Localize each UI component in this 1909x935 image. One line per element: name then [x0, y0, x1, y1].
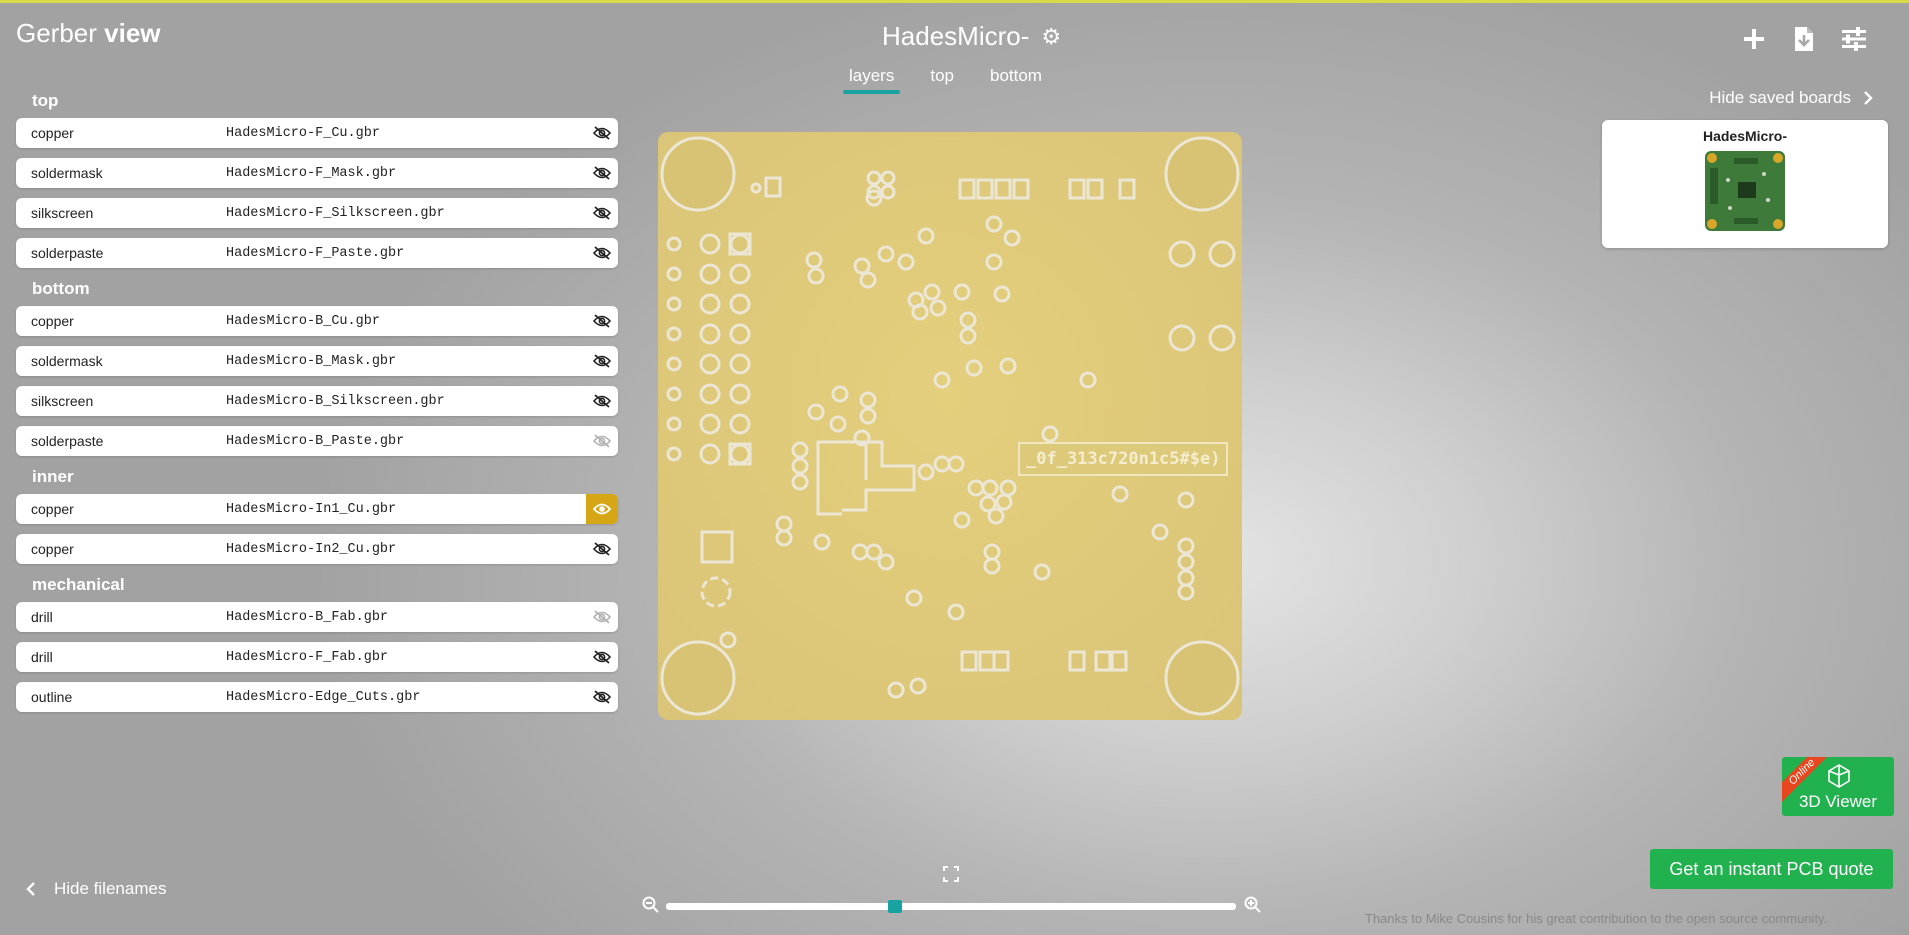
layer-type-label: silkscreen — [31, 393, 94, 409]
eye-off-icon[interactable] — [586, 158, 618, 188]
layer-type-label: solderpaste — [31, 433, 104, 449]
layer-row[interactable]: copper HadesMicro-In1_Cu.gbr — [16, 494, 618, 524]
gear-icon[interactable]: ⚙ — [1041, 24, 1061, 50]
top-accent-line — [0, 0, 1909, 3]
eye-off-icon[interactable] — [586, 198, 618, 228]
layer-row[interactable]: copper HadesMicro-F_Cu.gbr — [16, 118, 618, 148]
zoom-slider-thumb[interactable] — [888, 900, 903, 913]
layer-row[interactable]: soldermask HadesMicro-F_Mask.gbr — [16, 158, 618, 188]
layer-type-label: outline — [31, 689, 73, 705]
layer-type-label: copper — [31, 125, 74, 141]
layer-filename: HadesMicro-B_Fab.gbr — [226, 609, 389, 625]
layer-row[interactable]: copper HadesMicro-B_Cu.gbr — [16, 306, 618, 336]
layer-filename: HadesMicro-F_Silkscreen.gbr — [226, 205, 445, 221]
layer-filename: HadesMicro-In1_Cu.gbr — [226, 501, 397, 517]
layer-group-title: inner — [32, 467, 74, 486]
chevron-left-icon — [26, 882, 35, 896]
view-tabs: layers top bottom — [842, 66, 1042, 94]
toolbar — [1739, 24, 1869, 54]
layer-type-label: soldermask — [31, 353, 103, 369]
saved-board-name: HadesMicro- — [1702, 128, 1788, 144]
saved-board-card[interactable]: HadesMicro- — [1602, 120, 1888, 248]
project-title-bar: HadesMicro- ⚙ — [882, 21, 1061, 52]
3d-viewer-label: 3D Viewer — [1798, 792, 1878, 811]
layer-filename: HadesMicro-B_Paste.gbr — [226, 433, 405, 449]
pcb-quote-button[interactable]: Get an instant PCB quote — [1650, 849, 1893, 889]
eye-icon[interactable] — [586, 494, 618, 524]
layer-filename: HadesMicro-F_Cu.gbr — [226, 125, 380, 141]
layer-group-title: bottom — [32, 279, 90, 298]
project-title: HadesMicro- — [882, 21, 1030, 51]
layer-filename: HadesMicro-B_Cu.gbr — [226, 313, 380, 329]
hide-saved-boards-label: Hide saved boards — [1709, 88, 1851, 107]
download-file-icon[interactable] — [1789, 24, 1819, 54]
layer-row[interactable]: silkscreen HadesMicro-B_Silkscreen.gbr — [16, 386, 618, 416]
app-brand: Gerber view — [16, 18, 161, 49]
layer-filename: HadesMicro-Edge_Cuts.gbr — [226, 689, 421, 705]
fullscreen-icon[interactable] — [943, 866, 959, 882]
zoom-in-icon[interactable] — [1244, 896, 1261, 913]
layer-row[interactable]: soldermask HadesMicro-B_Mask.gbr — [16, 346, 618, 376]
layer-type-label: drill — [31, 609, 53, 625]
hide-filenames-label: Hide filenames — [54, 879, 167, 898]
eye-off-icon[interactable] — [586, 306, 618, 336]
board-label-text: _0f_313c720n1c5#$e) — [1018, 442, 1229, 476]
hide-saved-boards-button[interactable]: Hide saved boards — [1709, 88, 1873, 108]
layer-group-title: mechanical — [32, 575, 125, 594]
layer-type-label: copper — [31, 313, 74, 329]
layer-row[interactable]: copper HadesMicro-In2_Cu.gbr — [16, 534, 618, 564]
layer-group-title: top — [32, 91, 59, 110]
eye-off-icon[interactable] — [586, 426, 618, 456]
eye-off-icon[interactable] — [586, 346, 618, 376]
cube-icon — [1828, 764, 1850, 788]
layer-type-label: soldermask — [31, 165, 103, 181]
layer-list-panel: top copper HadesMicro-F_Cu.gbr soldermask Ha… — [16, 90, 618, 722]
eye-off-icon[interactable] — [586, 602, 618, 632]
hide-filenames-button[interactable]: Hide filenames — [26, 879, 166, 899]
pcb-board-preview[interactable] — [656, 132, 1244, 720]
credits-text: Thanks to Mike Cousins for his great con… — [1365, 911, 1828, 926]
tab-top[interactable]: top — [930, 66, 954, 92]
layer-row[interactable]: solderpaste HadesMicro-B_Paste.gbr — [16, 426, 618, 456]
layer-filename: HadesMicro-In2_Cu.gbr — [226, 541, 397, 557]
brand-bold: view — [104, 18, 161, 48]
layer-row[interactable]: drill HadesMicro-F_Fab.gbr — [16, 642, 618, 672]
eye-off-icon[interactable] — [586, 386, 618, 416]
layer-type-label: drill — [31, 649, 53, 665]
tab-layers[interactable]: layers — [842, 66, 901, 94]
layer-filename: HadesMicro-F_Paste.gbr — [226, 245, 405, 261]
zoom-out-icon[interactable] — [642, 896, 659, 913]
eye-off-icon[interactable] — [586, 682, 618, 712]
layer-row[interactable]: outline HadesMicro-Edge_Cuts.gbr — [16, 682, 618, 712]
eye-off-icon[interactable] — [586, 642, 618, 672]
eye-off-icon[interactable] — [586, 118, 618, 148]
layer-type-label: silkscreen — [31, 205, 94, 221]
layer-filename: HadesMicro-F_Fab.gbr — [226, 649, 389, 665]
zoom-slider[interactable] — [666, 900, 1236, 913]
layer-type-label: copper — [31, 541, 74, 557]
settings-sliders-icon[interactable] — [1839, 24, 1869, 54]
layer-row[interactable]: drill HadesMicro-B_Fab.gbr — [16, 602, 618, 632]
layer-type-label: solderpaste — [31, 245, 104, 261]
eye-off-icon[interactable] — [586, 238, 618, 268]
eye-off-icon[interactable] — [586, 534, 618, 564]
layer-filename: HadesMicro-B_Mask.gbr — [226, 353, 397, 369]
chevron-right-icon — [1864, 91, 1873, 105]
layer-row[interactable]: silkscreen HadesMicro-F_Silkscreen.gbr — [16, 198, 618, 228]
layer-type-label: copper — [31, 501, 74, 517]
plus-icon[interactable] — [1739, 24, 1769, 54]
layer-filename: HadesMicro-B_Silkscreen.gbr — [226, 393, 445, 409]
layer-filename: HadesMicro-F_Mask.gbr — [226, 165, 397, 181]
brand-light: Gerber — [16, 18, 105, 48]
3d-viewer-button[interactable]: Online 3D Viewer — [1782, 757, 1894, 816]
tab-bottom[interactable]: bottom — [990, 66, 1042, 92]
saved-board-thumbnail — [1705, 151, 1785, 231]
layer-row[interactable]: solderpaste HadesMicro-F_Paste.gbr — [16, 238, 618, 268]
